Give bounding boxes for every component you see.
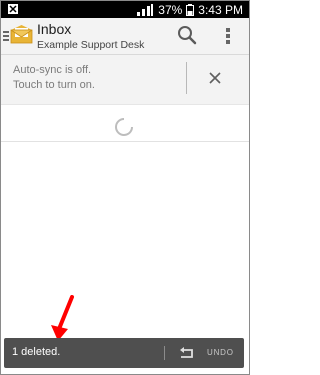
signal-icon <box>137 4 154 16</box>
snackbar-divider <box>164 346 165 360</box>
status-right: 37% 3:43 PM <box>136 2 243 18</box>
account-name[interactable]: Example Support Desk <box>37 39 144 51</box>
more-vert-icon[interactable] <box>226 28 230 44</box>
message-list <box>1 105 249 335</box>
close-icon[interactable] <box>206 69 224 87</box>
battery-percent: 37% <box>158 3 183 17</box>
app-bar: Inbox Example Support Desk <box>1 18 249 55</box>
notification-icon <box>8 4 18 14</box>
search-icon[interactable] <box>177 25 197 45</box>
device-screen: 37% 3:43 PM Inbox Example Support Desk A… <box>0 0 250 375</box>
status-bar: 37% 3:43 PM <box>1 1 249 18</box>
banner-line-2: Touch to turn on. <box>13 79 95 91</box>
undo-snackbar: 1 deleted. UNDO <box>4 338 244 368</box>
clock: 3:43 PM <box>198 3 243 17</box>
list-divider <box>1 141 249 142</box>
page-title: Inbox <box>37 21 72 37</box>
banner-line-1: Auto-sync is off. <box>13 64 92 76</box>
undo-button[interactable]: UNDO <box>207 348 234 357</box>
snackbar-message: 1 deleted. <box>12 346 61 358</box>
spinner-icon <box>115 118 133 136</box>
mail-envelope-icon[interactable] <box>10 24 33 44</box>
banner-divider <box>186 62 187 94</box>
battery-icon <box>186 4 195 16</box>
undo-icon[interactable] <box>178 347 194 359</box>
auto-sync-banner[interactable]: Auto-sync is off. Touch to turn on. <box>1 55 249 105</box>
